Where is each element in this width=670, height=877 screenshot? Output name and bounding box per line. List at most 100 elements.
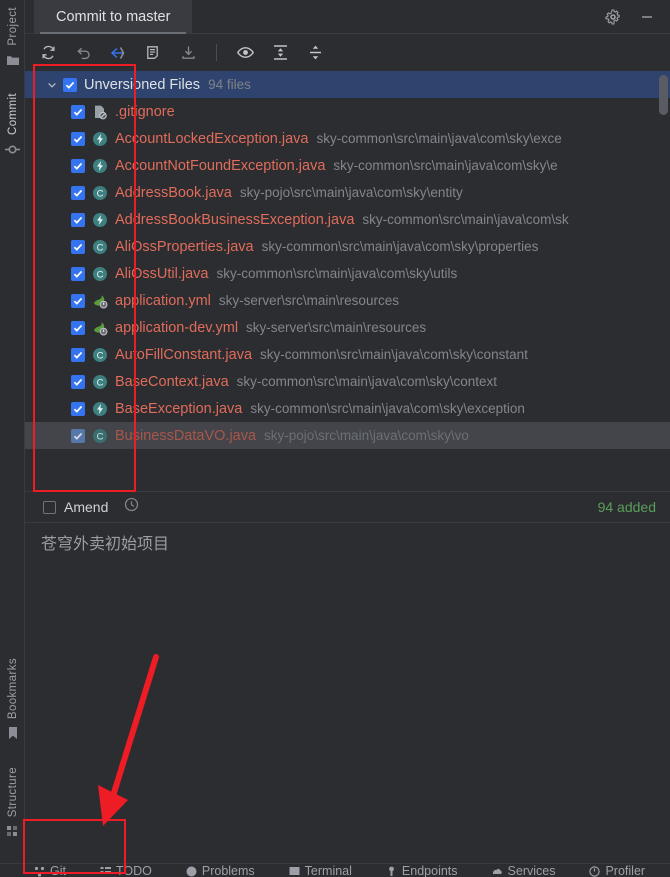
java-class-icon: C [92,347,108,363]
sidebar-item-commit[interactable]: Commit [0,90,25,166]
tool-window-stripe-bottom: Bookmarks Structure [0,655,25,847]
java-class-icon: C [92,374,108,390]
table-row[interactable]: application-dev.yml sky-server\src\main\… [25,314,670,341]
tree-node-unversioned-files[interactable]: Unversioned Files 94 files [25,71,670,98]
table-row[interactable]: AccountLockedException.java sky-common\s… [25,125,670,152]
status-bar-item-terminal[interactable]: Terminal [289,864,352,877]
status-bar-item-terminal-label: Terminal [304,864,352,877]
sidebar-item-bookmarks[interactable]: Bookmarks [0,655,25,750]
tree-node-checkbox[interactable] [63,77,77,92]
row-checkbox[interactable] [71,374,85,389]
java-exception-icon [92,401,108,417]
row-checkbox[interactable] [71,185,85,200]
file-name: AliOssUtil.java [115,265,209,282]
svg-text:C: C [97,242,104,253]
table-row[interactable]: .gitignore [25,98,670,125]
row-checkbox[interactable] [71,320,85,335]
row-checkbox[interactable] [71,293,85,308]
table-row[interactable]: C AddressBook.java sky-pojo\src\main\jav… [25,179,670,206]
svg-text:C: C [97,188,104,199]
refresh-changes-icon[interactable] [37,42,59,64]
svg-text:C: C [97,431,104,442]
file-name: AccountNotFoundException.java [115,157,326,174]
java-class-icon: C [92,266,108,282]
tree-node-count: 94 files [208,77,251,92]
tree-scrollbar[interactable] [659,73,668,489]
table-row[interactable]: AddressBookBusinessException.java sky-co… [25,206,670,233]
table-row[interactable]: application.yml sky-server\src\main\reso… [25,287,670,314]
java-exception-icon [92,158,108,174]
tab-commit-to-master[interactable]: Commit to master [34,0,193,34]
svg-text:C: C [97,350,104,361]
file-name: application-dev.yml [115,319,239,336]
status-bar-item-endpoints-label: Endpoints [401,864,458,877]
toolbar-separator [216,44,217,61]
status-bar-item-endpoints[interactable]: Endpoints [386,864,458,877]
status-bar-item-services-label: Services [507,864,556,877]
preview-diff-icon[interactable] [234,42,256,64]
header-actions [604,0,664,34]
status-bar-item-profiler-label: Profiler [605,864,646,877]
row-checkbox[interactable] [71,401,85,416]
gear-icon[interactable] [604,8,622,26]
tree-scrollbar-thumb[interactable] [659,75,668,115]
row-checkbox[interactable] [71,266,85,281]
file-path: sky-common\src\main\java\com\sky\exce [316,131,562,146]
file-path: sky-server\src\main\resources [218,293,399,308]
file-name: AliOssProperties.java [115,238,254,255]
changes-toolbar [25,34,670,71]
svg-text:C: C [97,377,104,388]
row-checkbox[interactable] [71,131,85,146]
chevron-down-icon[interactable] [45,78,59,92]
status-bar-item-git-label: Git [50,864,66,877]
ignored-file-icon [92,104,108,120]
status-bar-item-problems-label: Problems [201,864,255,877]
file-path: sky-common\src\main\java\com\sky\excepti… [250,401,525,416]
file-path: sky-common\src\main\java\com\sky\propert… [261,239,539,254]
file-path: sky-common\src\main\java\com\sky\context [236,374,497,389]
commit-icon [5,142,20,160]
table-row[interactable]: C AliOssUtil.java sky-common\src\main\ja… [25,260,670,287]
show-diff-icon[interactable] [107,42,129,64]
file-path: sky-common\src\main\java\com\sky\constan… [260,347,528,362]
row-checkbox[interactable] [71,239,85,254]
row-checkbox[interactable] [71,428,85,443]
clock-icon[interactable] [124,497,139,517]
sidebar-item-project[interactable]: Project [0,4,25,76]
status-bar-item-problems[interactable]: Problems [186,864,255,877]
amend-checkbox[interactable] [43,500,56,514]
status-bar-item-git[interactable]: Git [34,864,66,877]
minimize-icon[interactable] [638,8,656,26]
collapse-all-icon[interactable] [304,42,326,64]
row-checkbox[interactable] [71,158,85,173]
table-row[interactable]: C BusinessDataVO.java sky-pojo\src\main\… [25,422,670,449]
sidebar-item-bookmarks-label: Bookmarks [6,658,19,720]
table-row[interactable]: C BaseContext.java sky-common\src\main\j… [25,368,670,395]
status-bar-item-services[interactable]: Services [492,864,556,877]
file-name: AccountLockedException.java [115,130,309,147]
row-checkbox[interactable] [71,347,85,362]
expand-all-icon[interactable] [269,42,291,64]
row-checkbox[interactable] [71,104,85,119]
table-row[interactable]: BaseException.java sky-common\src\main\j… [25,395,670,422]
file-name: BusinessDataVO.java [115,427,257,444]
update-project-icon[interactable] [177,42,199,64]
file-path: sky-pojo\src\main\java\com\sky\entity [239,185,463,200]
status-bar-item-todo[interactable]: TODO [100,864,152,877]
status-bar-item-profiler[interactable]: Profiler [589,864,645,877]
rollback-icon[interactable] [72,42,94,64]
tab-commit-to-master-label: Commit to master [56,9,171,25]
file-name: BaseException.java [115,400,243,417]
commit-tool-window: Project Commit Bookmarks Structure Commi… [0,0,670,877]
sidebar-item-structure[interactable]: Structure [0,764,25,847]
commit-message-history-icon[interactable] [142,42,164,64]
file-path: sky-common\src\main\java\com\sk [362,212,569,227]
table-row[interactable]: AccountNotFoundException.java sky-common… [25,152,670,179]
changed-files-tree[interactable]: Unversioned Files 94 files .gitignore Ac… [25,71,670,491]
table-row[interactable]: C AliOssProperties.java sky-common\src\m… [25,233,670,260]
commit-message-input[interactable]: 苍穹外卖初始项目 [25,523,670,853]
row-checkbox[interactable] [71,212,85,227]
sidebar-item-structure-label: Structure [6,767,19,818]
status-bar-item-todo-label: TODO [115,864,152,877]
table-row[interactable]: C AutoFillConstant.java sky-common\src\m… [25,341,670,368]
